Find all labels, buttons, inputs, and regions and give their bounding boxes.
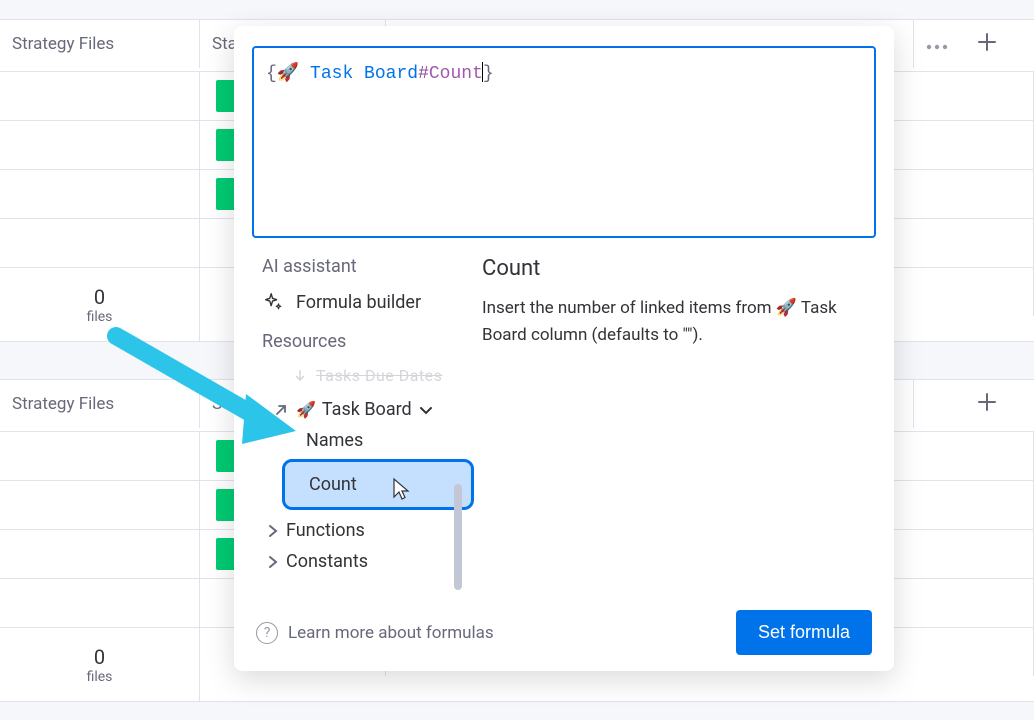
add-column-icon[interactable] (976, 391, 998, 417)
sparkle-icon (262, 291, 284, 313)
link-arrow-icon (272, 401, 290, 419)
resource-constants[interactable]: Constants (266, 551, 458, 572)
resources-heading: Resources (262, 331, 458, 352)
constants-label: Constants (286, 551, 368, 572)
resource-task-board[interactable]: 🚀 Task Board (272, 399, 458, 420)
formula-field: Count (429, 64, 483, 84)
header-actions (914, 20, 1034, 68)
more-icon[interactable] (926, 35, 948, 54)
info-title: Count (482, 256, 870, 281)
right-panel: Count Insert the number of linked items … (458, 256, 894, 572)
text-cursor (482, 62, 483, 82)
set-formula-button[interactable]: Set formula (736, 610, 872, 655)
files-label: files (87, 309, 113, 325)
chevron-right-icon (266, 524, 280, 538)
formula-dialog: {🚀 Task Board#Count} AI assistant Formul… (234, 26, 894, 671)
files-summary[interactable]: 0 files (0, 268, 200, 342)
rocket-icon: 🚀 (776, 298, 797, 318)
column-header-files[interactable]: Strategy Files (0, 20, 200, 68)
files-count: 0 (94, 645, 105, 669)
learn-more-link[interactable]: ? Learn more about formulas (256, 622, 494, 644)
brace-close: } (483, 64, 494, 84)
chevron-down-icon[interactable] (418, 402, 434, 418)
add-column-icon[interactable] (976, 31, 998, 57)
arrow-down-icon (294, 369, 306, 383)
formula-builder-item[interactable]: Formula builder (262, 291, 458, 313)
cursor-icon (391, 477, 411, 501)
formula-ref: Task Board (299, 64, 418, 84)
formula-builder-label: Formula builder (296, 292, 421, 313)
files-summary[interactable]: 0 files (0, 628, 200, 702)
dialog-footer: ? Learn more about formulas Set formula (234, 610, 894, 655)
resource-functions[interactable]: Functions (266, 520, 458, 541)
formula-hash: # (418, 64, 429, 84)
info-description: Insert the number of linked items from 🚀… (482, 295, 870, 349)
rocket-icon: 🚀 (296, 400, 316, 419)
rocket-icon: 🚀 (277, 64, 299, 84)
left-panel: AI assistant Formula builder Resources T… (234, 256, 458, 572)
help-icon: ? (256, 622, 278, 644)
ai-heading: AI assistant (262, 256, 458, 277)
column-header-files-2[interactable]: Strategy Files (0, 380, 200, 428)
resource-truncated: Tasks Due Dates (294, 366, 458, 385)
chevron-right-icon (266, 555, 280, 569)
resource-names[interactable]: Names (306, 430, 458, 451)
learn-more-label: Learn more about formulas (288, 623, 494, 643)
task-board-label: Task Board (322, 399, 412, 420)
files-label: files (87, 669, 113, 685)
files-count: 0 (94, 285, 105, 309)
resource-count[interactable]: Count (282, 459, 474, 510)
scrollbar-thumb[interactable] (454, 484, 462, 590)
functions-label: Functions (286, 520, 365, 541)
brace-open: { (266, 64, 277, 84)
count-label: Count (309, 474, 357, 495)
formula-input[interactable]: {🚀 Task Board#Count} (252, 46, 876, 238)
